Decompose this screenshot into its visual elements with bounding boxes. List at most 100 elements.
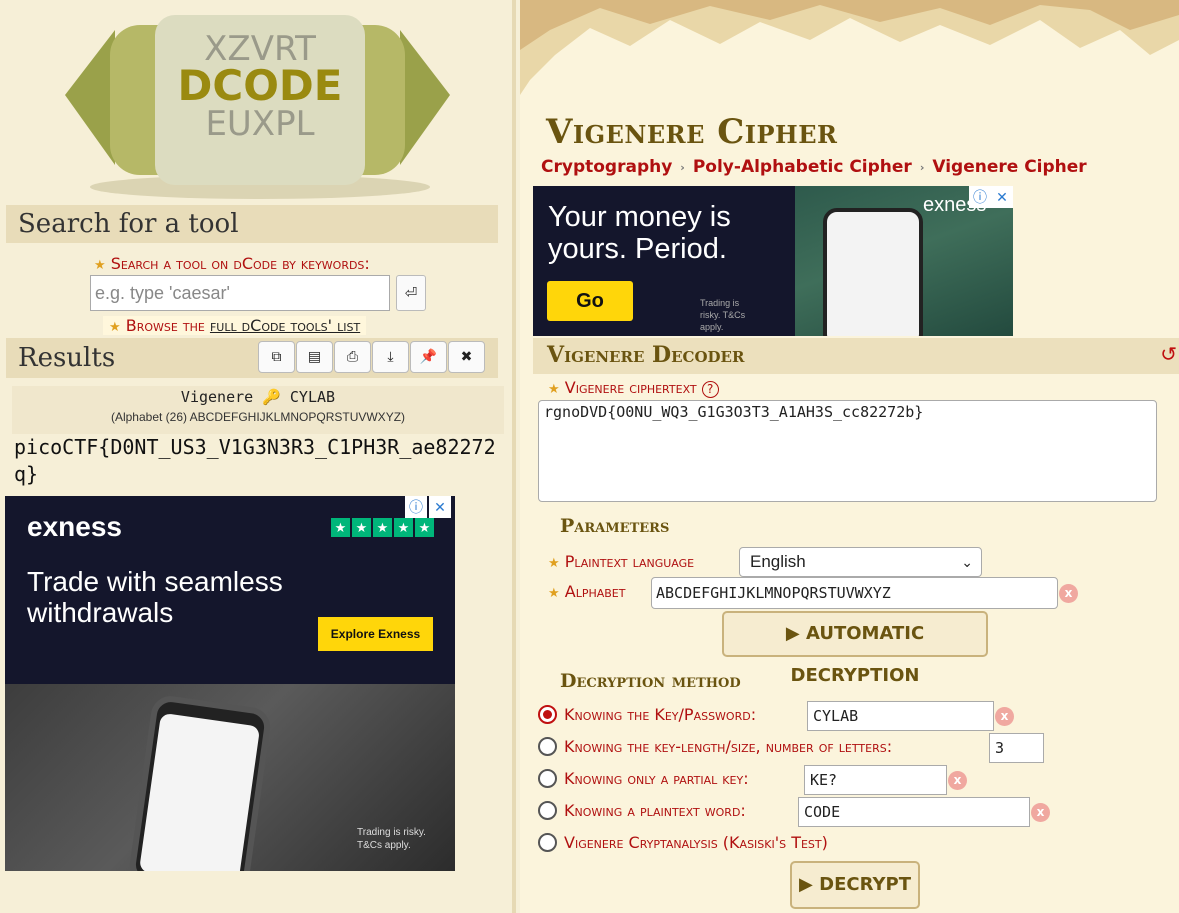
search-label: ★ Search a tool on dCode by keywords: — [94, 254, 370, 273]
dcode-logo[interactable]: XZVRT DCODE EUXPL — [55, 5, 460, 200]
ad-close-icon[interactable]: ✕ — [991, 186, 1013, 208]
method-label: Knowing the key-length/size, number of l… — [564, 737, 893, 756]
radio-button[interactable] — [538, 769, 557, 788]
ad-cta-button[interactable]: Explore Exness — [318, 617, 433, 651]
method-key-length[interactable]: Knowing the key-length/size, number of l… — [538, 737, 892, 756]
key-input[interactable] — [807, 701, 994, 731]
browse-tools-line: ★ Browse the full dCode tools' list — [103, 316, 367, 335]
clear-icon[interactable]: x — [948, 771, 967, 790]
search-input[interactable] — [90, 275, 390, 311]
phone-image — [127, 693, 273, 871]
language-label-text: Plaintext language — [564, 552, 695, 571]
result-output[interactable]: picoCTF{D0NT_US3_V1G3N3R3_C1PH3R_ae82272… — [14, 434, 504, 488]
method-label: Knowing only a partial key: — [564, 769, 749, 788]
decrypt-button[interactable]: ▶ Decrypt — [790, 861, 920, 909]
method-partial-key[interactable]: Knowing only a partial key: — [538, 769, 749, 788]
svg-text:EUXPL: EUXPL — [205, 104, 314, 144]
page-title: Vigenere Cipher — [546, 112, 838, 152]
ad-brand: exness — [27, 511, 122, 542]
star-icon: ★ — [548, 556, 560, 571]
ad-risk-note: Trading is risky. T&Cs apply. — [700, 298, 746, 332]
left-sidebar: XZVRT DCODE EUXPL Search for a tool ★ Se… — [0, 0, 516, 913]
method-plaintext-word[interactable]: Knowing a plaintext word: — [538, 801, 746, 820]
ad-headline: Your money is yours. Period. — [548, 201, 731, 265]
language-select[interactable]: English ⌄ — [739, 547, 982, 577]
star-icon: ★ — [94, 258, 106, 273]
partial-key-input[interactable] — [804, 765, 947, 795]
key-length-input[interactable] — [989, 733, 1044, 763]
breadcrumb-item[interactable]: Poly-Alphabetic Cipher — [693, 157, 912, 177]
automatic-decryption-label: Automatic Decryption — [790, 623, 925, 686]
method-known-key[interactable]: Knowing the Key/Password: — [538, 705, 756, 724]
help-icon[interactable]: ? — [701, 381, 719, 398]
star-icon: ★ — [352, 518, 371, 537]
results-toolbar: ⧉ ▤ ⎙ ⤓ 📌 ✖ — [258, 341, 485, 373]
breadcrumb-item[interactable]: Cryptography — [541, 157, 672, 177]
star-icon: ★ — [109, 320, 121, 335]
ad-close-icon[interactable]: ✕ — [429, 496, 451, 518]
play-icon: ▶ — [799, 874, 813, 895]
pin-icon[interactable]: 📌 — [410, 341, 447, 373]
svg-text:DCODE: DCODE — [178, 61, 343, 110]
plaintext-word-input[interactable] — [798, 797, 1030, 827]
language-value: English — [750, 552, 806, 571]
clear-icon[interactable]: x — [1031, 803, 1050, 822]
reset-icon[interactable]: ↺ — [1160, 342, 1177, 366]
result-title: Vigenere 🔑 CYLAB — [180, 388, 336, 406]
automatic-decryption-button[interactable]: ▶ Automatic Decryption — [722, 611, 988, 686]
print-icon[interactable]: ⎙ — [334, 341, 371, 373]
breadcrumb: Cryptography › Poly-Alphabetic Cipher › … — [541, 157, 1087, 177]
result-header: Vigenere 🔑 CYLAB (Alphabet (26) ABCDEFGH… — [12, 386, 504, 434]
clear-icon[interactable]: x — [995, 707, 1014, 726]
ad-info-icon[interactable]: ⓘ — [969, 186, 991, 208]
chevron-down-icon: ⌄ — [961, 554, 973, 570]
ad-risk-note: Trading is risky. T&Cs apply. — [357, 827, 426, 851]
alphabet-label-text: Alphabet — [564, 582, 626, 601]
star-icon: ★ — [548, 382, 560, 397]
play-icon: ▶ — [785, 623, 800, 644]
paste-icon[interactable]: ▤ — [296, 341, 333, 373]
alphabet-label: ★ Alphabet — [548, 582, 625, 601]
parchment-decoration — [520, 0, 1179, 110]
ciphertext-input[interactable]: rgnoDVD{O0NU_WQ3_G1G3O3T3_A1AH3S_cc82272… — [538, 400, 1157, 502]
browse-prefix: Browse the — [125, 316, 210, 335]
parameters-heading: Parameters — [560, 515, 670, 537]
alphabet-input[interactable] — [651, 577, 1058, 609]
language-label: ★ Plaintext language — [548, 552, 694, 571]
method-kasiski[interactable]: Vigenere Cryptanalysis (Kasiski's Test) — [538, 833, 828, 852]
clear-icon[interactable]: x — [1059, 584, 1078, 603]
advertisement[interactable]: ⓘ ✕ exness ★ ★ ★ ★ ★ Trade with seamless wit… — [5, 496, 455, 871]
decoder-title: Vigenere Decoder — [547, 342, 745, 368]
download-icon[interactable]: ⤓ — [372, 341, 409, 373]
ciphertext-label: ★ Vigenere ciphertext ? — [548, 378, 719, 398]
method-label: Knowing a plaintext word: — [564, 801, 746, 820]
radio-button[interactable] — [538, 705, 557, 724]
phone-image — [823, 208, 923, 336]
method-label: Knowing the Key/Password: — [564, 705, 757, 724]
ciphertext-label-text: Vigenere ciphertext — [564, 378, 697, 397]
method-label: Vigenere Cryptanalysis (Kasiski's Test) — [564, 833, 828, 852]
ad-rating-stars: ★ ★ ★ ★ ★ — [331, 518, 434, 537]
search-heading: Search for a tool — [6, 205, 498, 243]
chevron-right-icon: › — [919, 160, 925, 174]
chevron-right-icon: › — [680, 160, 685, 174]
star-icon: ★ — [373, 518, 392, 537]
ad-cta-button[interactable]: Go — [547, 281, 633, 321]
breadcrumb-item[interactable]: Vigenere Cipher — [932, 157, 1086, 177]
radio-button[interactable] — [538, 801, 557, 820]
search-submit-button[interactable]: ⏎ — [396, 275, 426, 311]
radio-button[interactable] — [538, 737, 557, 756]
browse-tools-link[interactable]: full dCode tools' list — [210, 316, 360, 335]
star-icon: ★ — [415, 518, 434, 537]
phone-screen — [138, 712, 261, 871]
radio-button[interactable] — [538, 833, 557, 852]
copy-icon[interactable]: ⧉ — [258, 341, 295, 373]
search-label-text: Search a tool on dCode by keywords: — [110, 254, 370, 273]
result-alphabet-note: (Alphabet (26) ABCDEFGHIJKLMNOPQRSTUVWXY… — [110, 410, 406, 424]
ad-headline: Trade with seamless withdrawals — [27, 566, 283, 628]
star-icon: ★ — [331, 518, 350, 537]
decryption-method-heading: Decryption method — [560, 670, 741, 692]
ad-info-icon[interactable]: ⓘ — [405, 496, 427, 518]
advertisement-banner[interactable]: Your money is yours. Period. Go Trading … — [533, 186, 1013, 336]
close-icon[interactable]: ✖ — [448, 341, 485, 373]
